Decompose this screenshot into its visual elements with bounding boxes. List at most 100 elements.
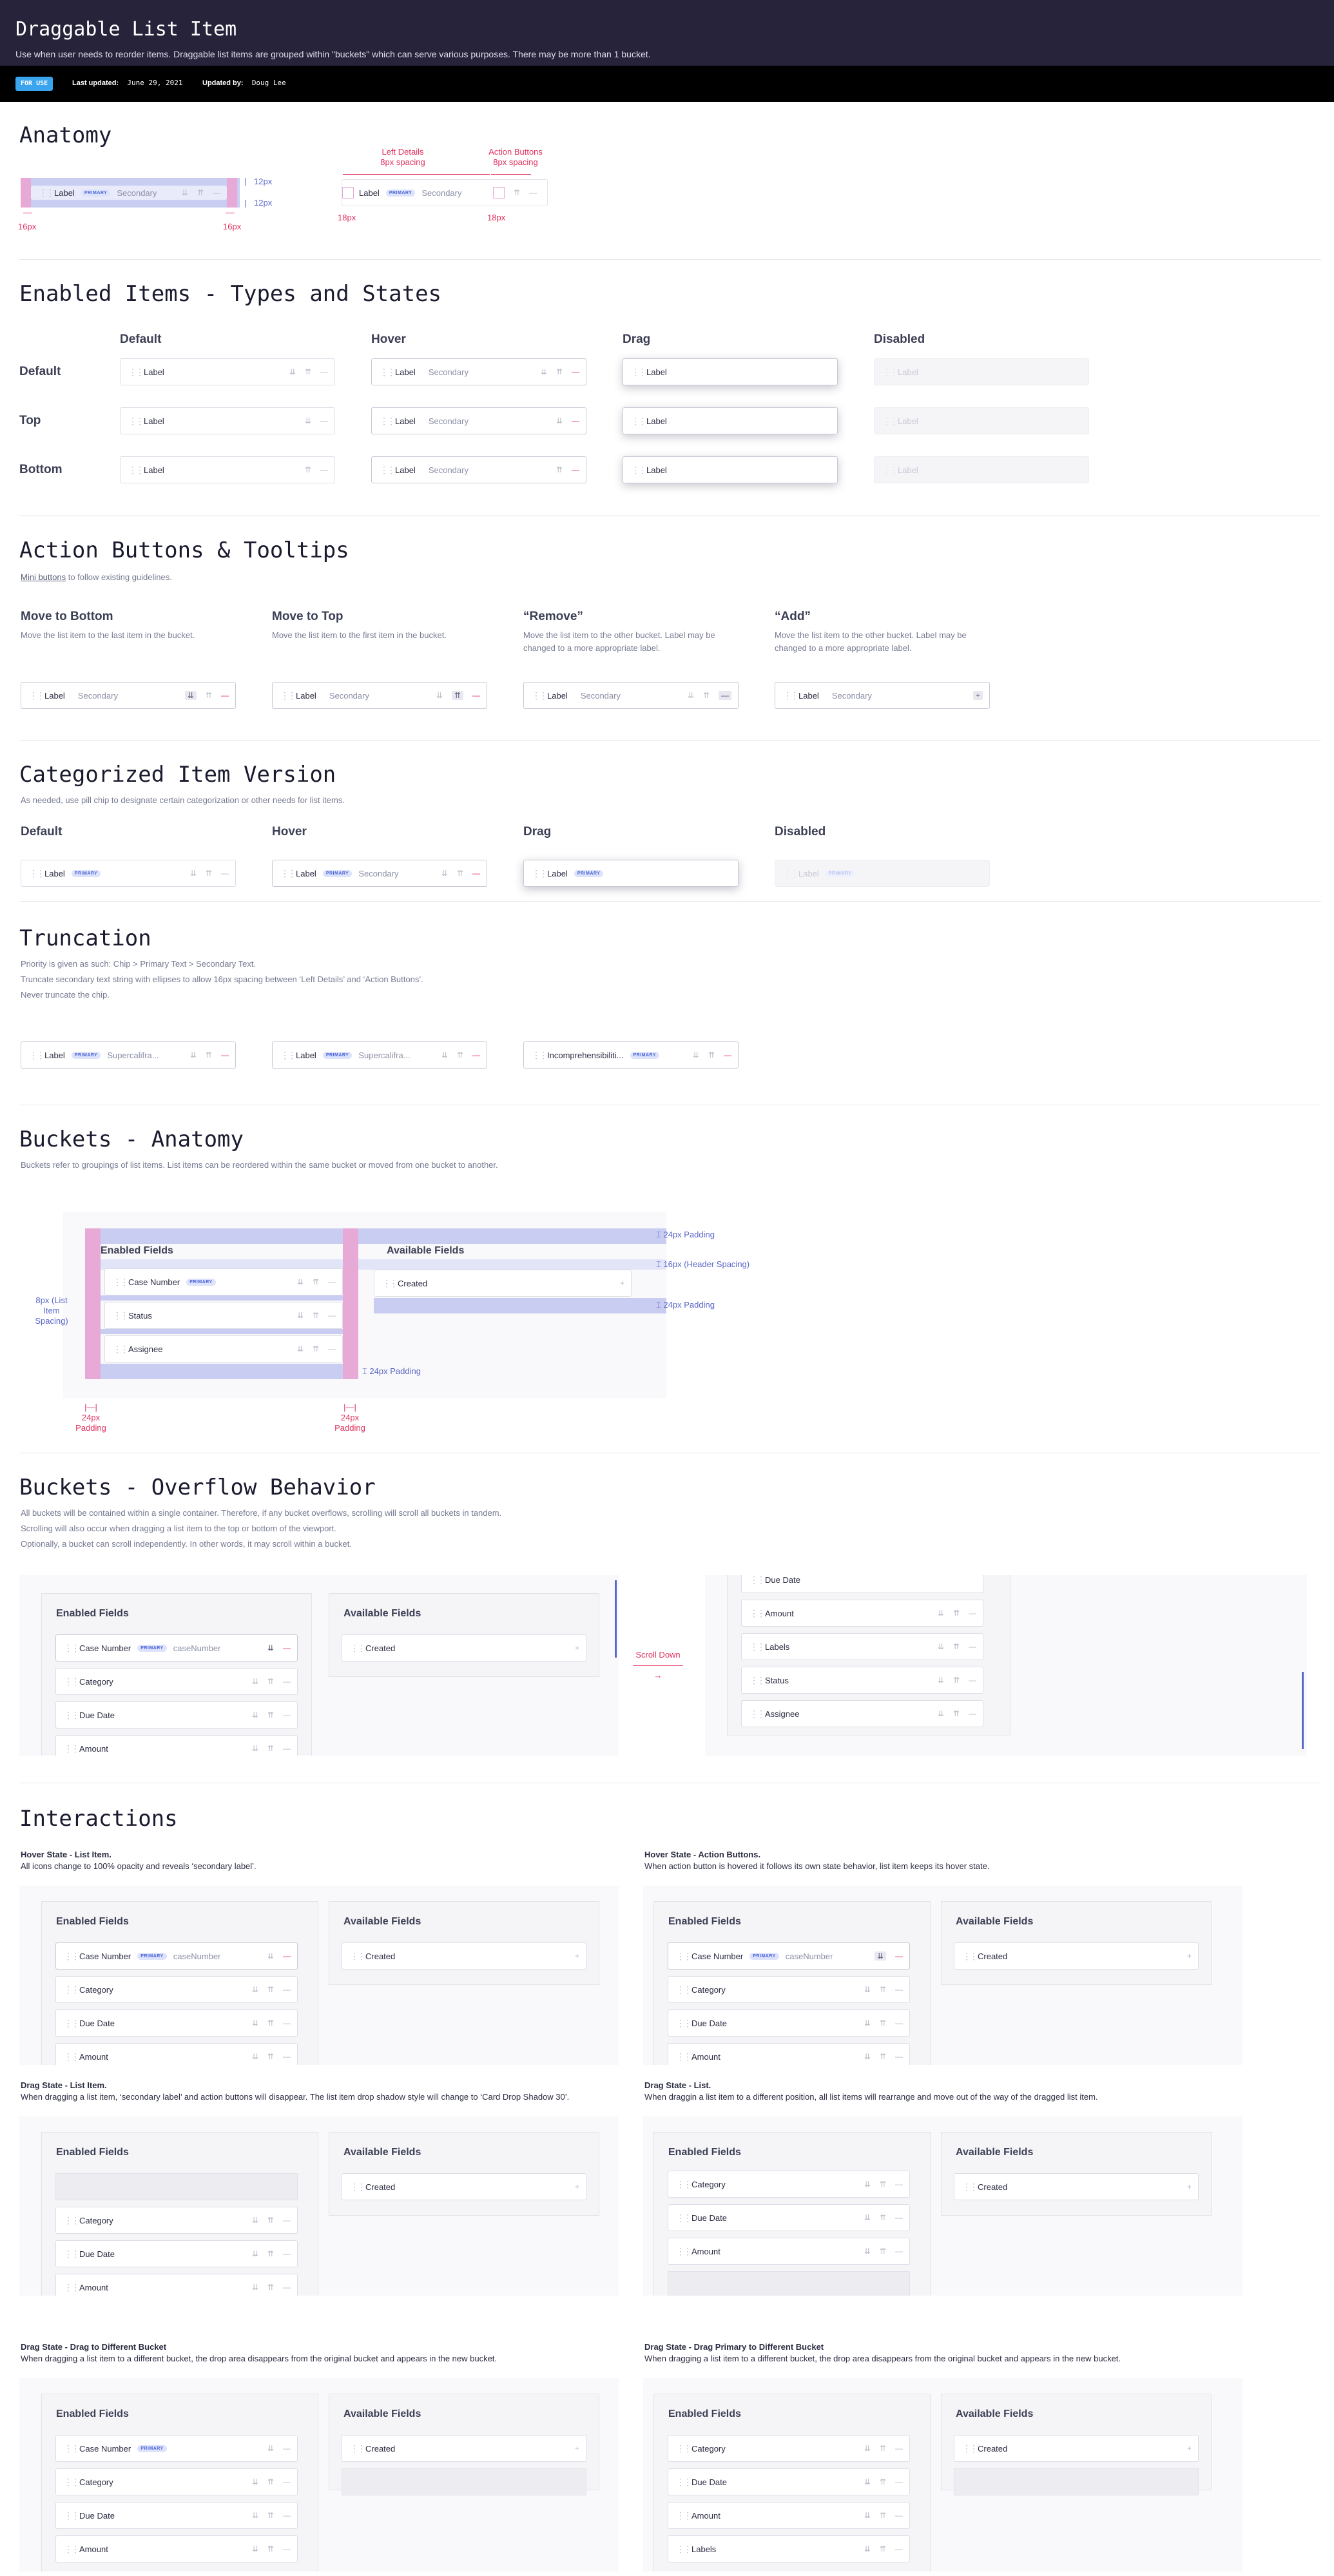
list-item[interactable]: ⋮⋮ Amount ⇊ ⇈ —: [55, 1735, 298, 1756]
list-item[interactable]: ⋮⋮ Case Number PRIMARY caseNumber ⇊ —: [55, 1942, 298, 1970]
move-bottom-icon[interactable]: ⇊: [190, 1051, 197, 1060]
move-top-icon[interactable]: ⇈: [880, 2180, 886, 2189]
remove-icon[interactable]: —: [895, 2180, 903, 2189]
move-top-icon[interactable]: ⇈: [206, 691, 212, 700]
list-item[interactable]: ⋮⋮ Label PRIMARY Secondary ⇊ ⇈ —: [272, 860, 487, 887]
move-top-icon[interactable]: ⇈: [267, 2052, 274, 2061]
move-top-icon[interactable]: ⇈: [267, 1744, 274, 1753]
move-top-icon[interactable]: ⇈: [313, 1277, 319, 1286]
list-item[interactable]: ⋮⋮ Assignee ⇊ ⇈ —: [741, 1700, 983, 1727]
list-item[interactable]: ⋮⋮ Due Date: [741, 1575, 983, 1593]
remove-icon[interactable]: —: [283, 1643, 291, 1652]
move-bottom-icon[interactable]: ⇊: [436, 691, 443, 700]
remove-icon[interactable]: —: [472, 1051, 480, 1060]
move-top-icon[interactable]: ⇈: [267, 1985, 274, 1994]
list-item[interactable]: ⋮⋮ Created +: [342, 2435, 586, 2462]
list-item[interactable]: ⋮⋮ Case Number PRIMARY ⇊ ⇈ —: [104, 1268, 343, 1295]
move-bottom-icon[interactable]: ⇊: [252, 2477, 258, 2486]
remove-icon[interactable]: —: [320, 465, 328, 474]
list-item[interactable]: ⋮⋮ Labels ⇊ ⇈ —: [668, 2535, 910, 2562]
list-item[interactable]: ⋮⋮ Due Date ⇊ ⇈ —: [55, 2240, 298, 2267]
remove-icon[interactable]: —: [283, 2544, 291, 2553]
remove-icon[interactable]: —: [283, 2249, 291, 2258]
move-bottom-icon[interactable]: ⇊: [252, 1744, 258, 1753]
list-item[interactable]: ⋮⋮ Label: [623, 358, 838, 385]
remove-icon[interactable]: —: [895, 1985, 903, 1994]
move-top-icon[interactable]: ⇈: [305, 367, 311, 376]
list-item[interactable]: ⋮⋮ Category ⇊ ⇈ —: [55, 2468, 298, 2495]
remove-icon[interactable]: —: [895, 1951, 903, 1961]
list-item[interactable]: ⋮⋮ Assignee ⇊ ⇈ —: [104, 1335, 343, 1362]
move-bottom-icon[interactable]: ⇊: [441, 1051, 448, 1060]
remove-icon[interactable]: —: [572, 367, 579, 376]
list-item[interactable]: ⋮⋮ Category ⇊ ⇈ —: [55, 2207, 298, 2234]
remove-icon[interactable]: —: [283, 2283, 291, 2292]
list-item[interactable]: ⋮⋮ Label PRIMARY Supercalifra... ⇊ ⇈ —: [272, 1041, 487, 1069]
list-item[interactable]: ⋮⋮ Label PRIMARY Supercalifra... ⇊ ⇈ —: [21, 1041, 236, 1069]
move-top-icon[interactable]: ⇈: [703, 691, 710, 700]
move-bottom-icon[interactable]: ⇊: [252, 2052, 258, 2061]
move-bottom-icon[interactable]: ⇊: [252, 1677, 258, 1686]
remove-icon[interactable]: —: [724, 1051, 731, 1060]
list-item[interactable]: ⋮⋮ Labels ⇊ ⇈ —: [741, 1633, 983, 1660]
move-top-icon[interactable]: ⇈: [451, 691, 463, 700]
list-item[interactable]: ⋮⋮ Label Secondary ⇈ —: [371, 456, 586, 483]
move-top-icon[interactable]: ⇈: [267, 2283, 274, 2292]
list-item[interactable]: ⋮⋮ Case Number PRIMARY ⇊ —: [55, 2435, 298, 2462]
move-bottom-icon[interactable]: ⇊: [864, 2511, 871, 2520]
remove-icon[interactable]: —: [969, 1609, 976, 1618]
move-top-icon[interactable]: ⇈: [880, 2544, 886, 2553]
remove-icon[interactable]: —: [328, 1277, 336, 1286]
list-item[interactable]: ⋮⋮ Created +: [342, 2173, 586, 2200]
remove-icon[interactable]: —: [969, 1676, 976, 1685]
list-item[interactable]: ⋮⋮ Category ⇊ ⇈ —: [55, 1668, 298, 1695]
remove-icon[interactable]: —: [283, 2216, 291, 2225]
remove-icon[interactable]: —: [283, 1985, 291, 1994]
list-item[interactable]: ⋮⋮ Due Date ⇊ ⇈ —: [55, 1701, 298, 1729]
list-item[interactable]: ⋮⋮ Status ⇊ ⇈ —: [741, 1667, 983, 1694]
move-bottom-icon[interactable]: ⇊: [938, 1642, 944, 1651]
move-top-icon[interactable]: ⇈: [457, 869, 463, 878]
list-item[interactable]: ⋮⋮ Label Secondary ⇊ ⇈ —: [523, 682, 739, 709]
move-bottom-icon[interactable]: ⇊: [289, 367, 296, 376]
move-bottom-icon[interactable]: ⇊: [688, 691, 694, 700]
list-item[interactable]: ⋮⋮ Category ⇊ ⇈ —: [668, 1976, 910, 2003]
add-icon[interactable]: +: [972, 691, 983, 700]
remove-icon[interactable]: —: [719, 691, 731, 700]
remove-icon[interactable]: —: [283, 2019, 291, 2028]
remove-icon[interactable]: —: [283, 2052, 291, 2061]
remove-icon[interactable]: —: [895, 2444, 903, 2453]
list-item[interactable]: ⋮⋮ Amount ⇊ ⇈ —: [55, 2043, 298, 2065]
mini-buttons-link[interactable]: Mini buttons: [21, 572, 66, 582]
list-item[interactable]: ⋮⋮ Due Date ⇊ ⇈ —: [55, 2009, 298, 2037]
list-item[interactable]: ⋮⋮ Case Number PRIMARY caseNumber ⇊ —: [668, 1942, 910, 1970]
move-bottom-icon[interactable]: ⇊: [864, 2544, 871, 2553]
move-bottom-icon[interactable]: ⇊: [441, 869, 448, 878]
list-item[interactable]: ⋮⋮ Label Secondary +: [775, 682, 990, 709]
move-bottom-icon[interactable]: ⇊: [938, 1609, 944, 1618]
move-bottom-icon[interactable]: ⇊: [864, 2444, 871, 2453]
move-top-icon[interactable]: ⇈: [206, 1051, 212, 1060]
list-item[interactable]: ⋮⋮ Label PRIMARY: [523, 860, 739, 887]
remove-icon[interactable]: —: [283, 2477, 291, 2486]
move-top-icon[interactable]: ⇈: [267, 2511, 274, 2520]
move-bottom-icon[interactable]: ⇊: [267, 2444, 274, 2453]
move-top-icon[interactable]: ⇈: [880, 2247, 886, 2256]
move-top-icon[interactable]: ⇈: [267, 2019, 274, 2028]
list-item[interactable]: ⋮⋮ Created +: [954, 1942, 1199, 1970]
move-top-icon[interactable]: ⇈: [880, 2511, 886, 2520]
move-top-icon[interactable]: ⇈: [313, 1311, 319, 1320]
add-icon[interactable]: +: [1187, 2444, 1192, 2453]
list-item[interactable]: ⋮⋮ Label ⇈ —: [120, 456, 335, 483]
move-bottom-icon[interactable]: ⇊: [305, 416, 311, 425]
move-bottom-icon[interactable]: ⇊: [267, 1643, 274, 1652]
move-bottom-icon[interactable]: ⇊: [874, 1951, 886, 1961]
list-item[interactable]: ⋮⋮ Label Secondary ⇊ —: [371, 407, 586, 434]
list-item[interactable]: ⋮⋮ Amount ⇊ ⇈ —: [668, 2043, 910, 2065]
remove-icon[interactable]: —: [328, 1344, 336, 1353]
add-icon[interactable]: +: [575, 2444, 579, 2453]
list-item[interactable]: ⋮⋮ Label ⇊ —: [120, 407, 335, 434]
list-item[interactable]: ⋮⋮ Created +: [374, 1270, 632, 1297]
move-bottom-icon[interactable]: ⇊: [864, 1985, 871, 1994]
remove-icon[interactable]: —: [283, 2444, 291, 2453]
